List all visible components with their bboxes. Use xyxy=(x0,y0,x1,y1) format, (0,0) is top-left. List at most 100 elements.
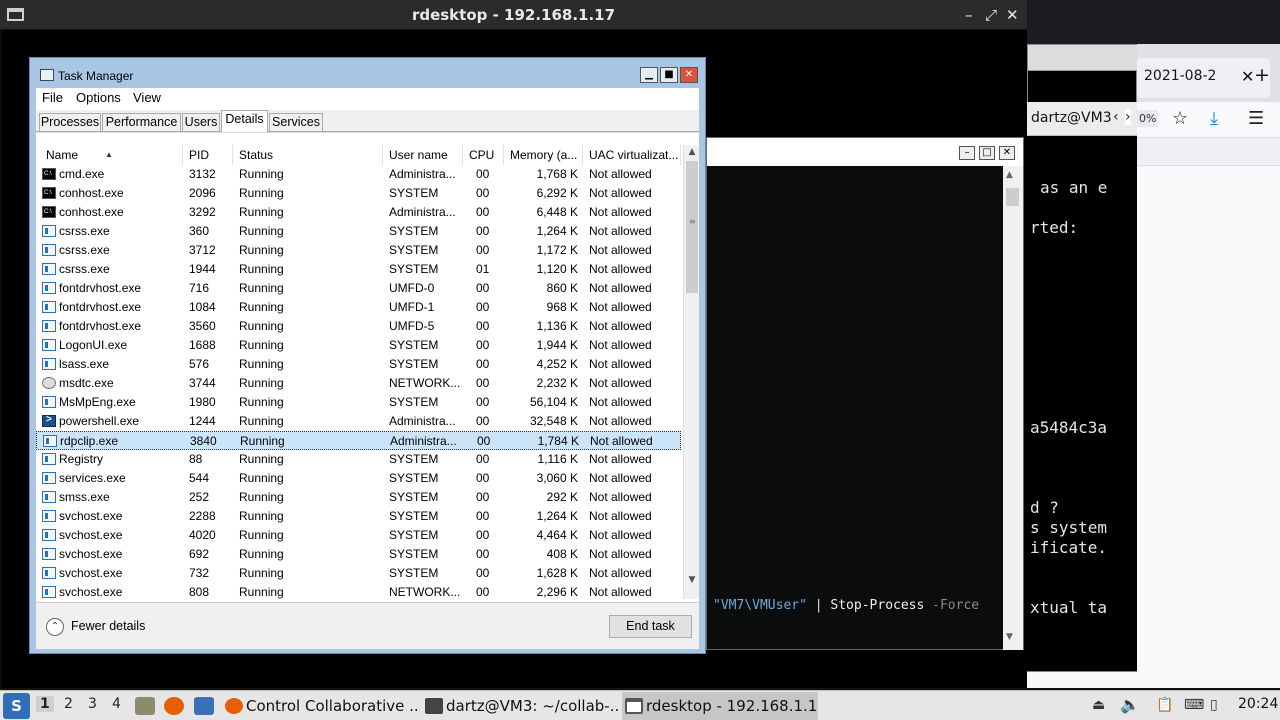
powershell-scrollbar[interactable]: ▲ ▼ xyxy=(1003,166,1023,650)
minimize-button[interactable]: – xyxy=(959,146,975,160)
zoom-indicator[interactable]: 0% xyxy=(1137,110,1159,127)
table-row[interactable]: rdpclip.exe 3840 Running Administra... 00 1,7… xyxy=(36,431,681,450)
column-header-user[interactable]: User name xyxy=(383,145,463,165)
cell-memory: 32,548 K xyxy=(529,414,578,428)
workspace-4[interactable]: 4 xyxy=(112,696,121,712)
table-row[interactable]: svchost.exe 808 Running NETWORK... 00 2,296 K… xyxy=(36,583,681,602)
cell-status: Running xyxy=(239,376,284,390)
scrollbar-thumb[interactable] xyxy=(1006,188,1019,206)
keyboard-icon[interactable]: ⌨ xyxy=(1184,697,1204,713)
close-button[interactable]: ✕ xyxy=(680,67,698,83)
workspace-2[interactable]: 2 xyxy=(64,696,73,712)
table-row[interactable]: smss.exe 252 Running SYSTEM 00 292 K Not allow… xyxy=(36,488,681,507)
workspace-3[interactable]: 3 xyxy=(88,696,97,712)
table-row[interactable]: cmd.exe 3132 Running Administra... 00 1,768 K… xyxy=(36,165,681,184)
table-row[interactable]: csrss.exe 3712 Running SYSTEM 00 1,172 K Not a… xyxy=(36,241,681,260)
close-icon[interactable]: ✕ xyxy=(1241,67,1254,86)
cell-name: conhost.exe xyxy=(59,186,124,200)
table-row[interactable]: LogonUI.exe 1688 Running SYSTEM 00 1,944 K Not… xyxy=(36,336,681,355)
taskbar: S 1 2 3 4 Control Collaborative ... dart… xyxy=(0,690,1280,720)
cell-uac: Not allowed xyxy=(589,224,652,238)
maximize-button[interactable]: ⤢ xyxy=(985,6,997,24)
volume-icon[interactable]: 🔈 xyxy=(1120,695,1140,714)
task-button-terminal[interactable]: dartz@VM3: ~/collab-... xyxy=(422,692,618,720)
table-row[interactable]: fontdrvhost.exe 3560 Running UMFD-5 00 1,136 … xyxy=(36,317,681,336)
column-header-status[interactable]: Status xyxy=(233,145,383,165)
maximize-button[interactable]: ■ xyxy=(660,67,678,83)
table-row[interactable]: powershell.exe 1244 Running Administra... 00… xyxy=(36,412,681,431)
menu-options[interactable]: Options xyxy=(76,90,121,105)
tab-services[interactable]: Services xyxy=(269,113,323,132)
table-row[interactable]: csrss.exe 360 Running SYSTEM 00 1,264 K Not al… xyxy=(36,222,681,241)
workspace-1[interactable]: 1 xyxy=(36,696,54,712)
table-row[interactable]: MsMpEng.exe 1980 Running SYSTEM 00 56,104 K No… xyxy=(36,393,681,412)
scroll-down-icon[interactable]: ▼ xyxy=(1006,632,1013,642)
column-header-cpu[interactable]: CPU xyxy=(463,145,504,165)
table-row[interactable]: Registry 88 Running SYSTEM 00 1,116 K Not allo… xyxy=(36,450,681,469)
column-header-name[interactable]: Name ▲ xyxy=(36,145,183,165)
minimize-button[interactable]: – xyxy=(965,6,973,24)
maximize-button[interactable]: □ xyxy=(979,146,995,160)
task-button-firefox[interactable]: Control Collaborative ... xyxy=(222,692,418,720)
cell-pid: 1944 xyxy=(189,262,216,276)
close-button[interactable]: ✕ xyxy=(999,146,1015,160)
column-header-uac[interactable]: UAC virtualizat... xyxy=(583,145,681,165)
desktop-icon[interactable] xyxy=(194,697,214,715)
fewer-details-link[interactable]: Fewer details xyxy=(71,619,145,633)
file-manager-icon[interactable] xyxy=(135,697,155,715)
cell-status: Running xyxy=(239,319,284,333)
chevron-up-circle-icon[interactable]: ⌃ xyxy=(46,618,64,636)
task-manager-window[interactable]: Task Manager ▁ ■ ✕ File Options View Pro… xyxy=(29,57,706,654)
column-header-memory[interactable]: Memory (a... xyxy=(504,145,583,165)
cell-uac: Not allowed xyxy=(589,566,652,580)
menu-file[interactable]: File xyxy=(42,90,63,105)
table-row[interactable]: fontdrvhost.exe 1084 Running UMFD-1 00 968 K N… xyxy=(36,298,681,317)
tab-performance[interactable]: Performance xyxy=(102,113,181,132)
scrollbar-thumb[interactable]: ≡ xyxy=(686,161,698,293)
cell-cpu: 00 xyxy=(476,547,490,561)
chevron-right-icon[interactable]: › xyxy=(1125,109,1131,125)
network-icon[interactable]: ▯ xyxy=(1210,697,1218,713)
clipboard-icon[interactable]: 📋 xyxy=(1156,697,1173,713)
table-row[interactable]: svchost.exe 692 Running SYSTEM 00 408 K Not al… xyxy=(36,545,681,564)
table-row[interactable]: fontdrvhost.exe 716 Running UMFD-0 00 860 K No… xyxy=(36,279,681,298)
powershell-titlebar[interactable]: – □ ✕ xyxy=(707,138,1023,166)
table-row[interactable]: svchost.exe 732 Running SYSTEM 00 1,628 K Not … xyxy=(36,564,681,583)
new-tab-icon[interactable]: + xyxy=(1254,64,1270,86)
column-header-pid[interactable]: PID xyxy=(183,145,233,165)
terminal-body[interactable] xyxy=(1027,136,1137,671)
start-menu-icon[interactable]: S xyxy=(3,693,30,719)
table-row[interactable]: csrss.exe 1944 Running SYSTEM 01 1,120 K Not a… xyxy=(36,260,681,279)
table-row[interactable]: conhost.exe 3292 Running Administra... 00 6,4… xyxy=(36,203,681,222)
scroll-down-icon[interactable]: ▼ xyxy=(684,573,700,587)
scroll-up-icon[interactable]: ▲ xyxy=(1006,170,1013,180)
table-row[interactable]: msdtc.exe 3744 Running NETWORK... 00 2,232 K N… xyxy=(36,374,681,393)
chevron-left-icon[interactable]: ‹ xyxy=(1113,109,1119,125)
task-manager-titlebar[interactable]: Task Manager ▁ ■ ✕ xyxy=(30,58,705,88)
scroll-up-icon[interactable]: ▲ xyxy=(684,145,700,159)
task-button-rdesktop[interactable]: rdesktop - 192.168.1.17 xyxy=(622,692,818,720)
close-button[interactable]: ✕ xyxy=(1006,6,1019,24)
tab-details[interactable]: Details xyxy=(221,110,268,133)
table-row[interactable]: svchost.exe 2288 Running SYSTEM 00 1,264 K Not… xyxy=(36,507,681,526)
bookmark-star-icon[interactable]: ☆ xyxy=(1172,108,1188,129)
download-icon[interactable]: ⤓ xyxy=(1210,108,1218,129)
table-row[interactable]: services.exe 544 Running SYSTEM 00 3,060 K Not… xyxy=(36,469,681,488)
minimize-button[interactable]: ▁ xyxy=(640,67,658,83)
process-rows: cmd.exe 3132 Running Administra... 00 1,768 K… xyxy=(36,165,681,603)
rdesktop-titlebar[interactable]: rdesktop - 192.168.1.17 – ⤢ ✕ xyxy=(0,0,1027,30)
cell-status: Running xyxy=(239,528,284,542)
tab-users[interactable]: Users xyxy=(182,113,220,132)
table-row[interactable]: conhost.exe 2096 Running SYSTEM 00 6,292 K Not… xyxy=(36,184,681,203)
end-task-button[interactable]: End task xyxy=(609,615,692,638)
tray-eject-icon[interactable]: ⏏ xyxy=(1092,697,1105,713)
process-table-scrollbar[interactable]: ▲ ≡ ▼ xyxy=(683,145,699,599)
firefox-launcher-icon[interactable] xyxy=(164,697,184,715)
menu-icon[interactable]: ☰ xyxy=(1248,108,1264,129)
menu-view[interactable]: View xyxy=(133,90,161,105)
table-row[interactable]: lsass.exe 576 Running SYSTEM 00 4,252 K Not al… xyxy=(36,355,681,374)
cell-memory: 968 K xyxy=(546,300,578,314)
table-row[interactable]: svchost.exe 4020 Running SYSTEM 00 4,464 K Not… xyxy=(36,526,681,545)
powershell-window[interactable]: – □ ✕ ▲ ▼ "VM7\VMUser" | Stop-Process -F… xyxy=(706,137,1024,650)
tab-processes[interactable]: Processes xyxy=(39,113,101,132)
